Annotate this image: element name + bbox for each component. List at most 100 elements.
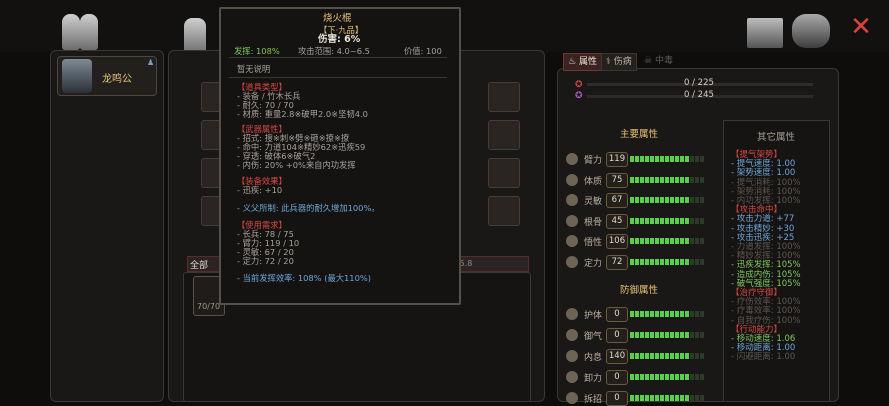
stat-level-pip — [700, 238, 704, 244]
stat-level-pip — [645, 395, 649, 401]
stat-level-pip — [655, 156, 659, 162]
stat-level-pip — [690, 238, 694, 244]
stat-level-pip — [665, 258, 669, 265]
tab-injury[interactable]: ⚕ 伤病 — [601, 53, 637, 71]
stat-level-pip — [650, 238, 654, 244]
main-attributes-title: 主要属性 — [620, 129, 659, 140]
stat-value: 119 — [606, 152, 628, 167]
stat-level-pip — [670, 395, 674, 401]
stat-level-pip — [655, 374, 659, 380]
stat-level-pip — [665, 395, 669, 401]
stat-icon — [566, 308, 578, 320]
stat-level-pip — [630, 197, 634, 203]
character-card[interactable]: 龙鸣公 ♟ — [57, 56, 157, 96]
stat-level-pip — [660, 258, 664, 265]
stat-level-pip — [695, 374, 699, 380]
companion-figure-2[interactable] — [80, 14, 98, 50]
stat-level-pip — [695, 311, 699, 317]
equip-slot[interactable] — [488, 82, 520, 112]
stat-row[interactable]: 灵敏 67 — [566, 193, 716, 208]
stat-icon — [566, 350, 578, 362]
equip-slot[interactable] — [488, 120, 520, 150]
stat-level-pip — [630, 311, 634, 317]
stat-level-pip — [700, 217, 704, 224]
requirement-line: - 定力: 72 / 20 — [237, 256, 294, 266]
stat-row[interactable]: 悟性 106 — [566, 234, 716, 249]
tooltip-divider — [229, 57, 447, 58]
user-icon: ♟ — [147, 58, 155, 67]
stat-level-pip — [650, 156, 654, 162]
stat-level-pip — [675, 395, 679, 401]
stat-value: 67 — [606, 193, 628, 208]
stat-level-pip — [630, 156, 634, 162]
stat-row[interactable]: 护体 0 — [566, 307, 716, 322]
stat-level-pip — [650, 395, 654, 401]
stat-level-pip — [650, 197, 654, 203]
stat-value: 75 — [606, 172, 628, 188]
stat-level-pip — [640, 217, 644, 224]
companion-figure-1[interactable] — [62, 14, 80, 50]
companion-figure-3[interactable] — [184, 18, 206, 54]
stat-level-bar — [630, 374, 704, 380]
special-effect: - 义父所制: 此兵器的耐久增加100%。 — [237, 203, 380, 213]
dragon-emblem-icon[interactable] — [792, 14, 830, 48]
stat-level-pip — [640, 395, 644, 401]
stat-level-pip — [695, 238, 699, 244]
equipment-rack-icon[interactable] — [747, 18, 783, 48]
stat-level-pip — [635, 258, 639, 265]
stat-row[interactable]: 拆招 0 — [566, 391, 716, 406]
stat-level-bar — [630, 197, 704, 203]
stat-row[interactable]: 内息 140 — [566, 349, 716, 364]
equip-slot[interactable] — [488, 196, 520, 226]
other-attributes-title: 其它属性 — [757, 132, 796, 143]
stat-level-pip — [675, 217, 679, 224]
stat-level-pip — [650, 176, 654, 183]
stat-level-pip — [695, 217, 699, 224]
stat-level-pip — [695, 197, 699, 203]
tooltip-divider — [229, 77, 447, 78]
stat-level-pip — [640, 197, 644, 203]
stat-level-pip — [700, 258, 704, 265]
stat-level-pip — [660, 353, 664, 359]
hp-icon: ✪ — [575, 80, 583, 90]
stat-level-bar — [630, 258, 704, 265]
stat-level-pip — [680, 258, 684, 265]
stat-level-pip — [685, 311, 689, 317]
stat-level-pip — [645, 156, 649, 162]
stat-level-bar — [630, 156, 704, 162]
stat-row[interactable]: 御气 0 — [566, 328, 716, 343]
stat-level-pip — [645, 311, 649, 317]
close-icon[interactable]: ✕ — [848, 14, 874, 40]
stat-level-pip — [685, 258, 689, 265]
tab-poison[interactable]: ☠ 中毒 — [640, 53, 677, 69]
stat-icon — [566, 194, 578, 206]
stat-level-pip — [680, 374, 684, 380]
stat-level-pip — [635, 395, 639, 401]
stat-level-pip — [640, 238, 644, 244]
stat-level-pip — [670, 311, 674, 317]
tab-attributes[interactable]: ♨ 属性 — [563, 53, 602, 71]
filter-all-tab[interactable]: 全部 — [190, 258, 208, 271]
stat-level-bar — [630, 176, 704, 183]
stat-icon — [566, 153, 578, 165]
stat-row[interactable]: 体质 75 — [566, 172, 716, 188]
equip-slot[interactable] — [488, 158, 520, 188]
stat-row[interactable]: 定力 72 — [566, 254, 716, 270]
stat-value: 45 — [606, 213, 628, 229]
stat-value: 106 — [606, 234, 628, 249]
stat-level-pip — [650, 217, 654, 224]
stat-level-pip — [700, 197, 704, 203]
stat-level-pip — [655, 353, 659, 359]
stat-level-pip — [660, 238, 664, 244]
stat-level-pip — [655, 311, 659, 317]
stat-level-bar — [630, 238, 704, 244]
stat-row[interactable]: 根骨 45 — [566, 213, 716, 229]
stat-row[interactable]: 臂力 119 — [566, 152, 716, 167]
stat-level-pip — [680, 311, 684, 317]
stat-level-pip — [690, 374, 694, 380]
stat-level-pip — [675, 311, 679, 317]
stat-level-pip — [645, 258, 649, 265]
stat-row[interactable]: 卸力 0 — [566, 370, 716, 385]
stat-level-pip — [645, 374, 649, 380]
stat-level-pip — [665, 311, 669, 317]
